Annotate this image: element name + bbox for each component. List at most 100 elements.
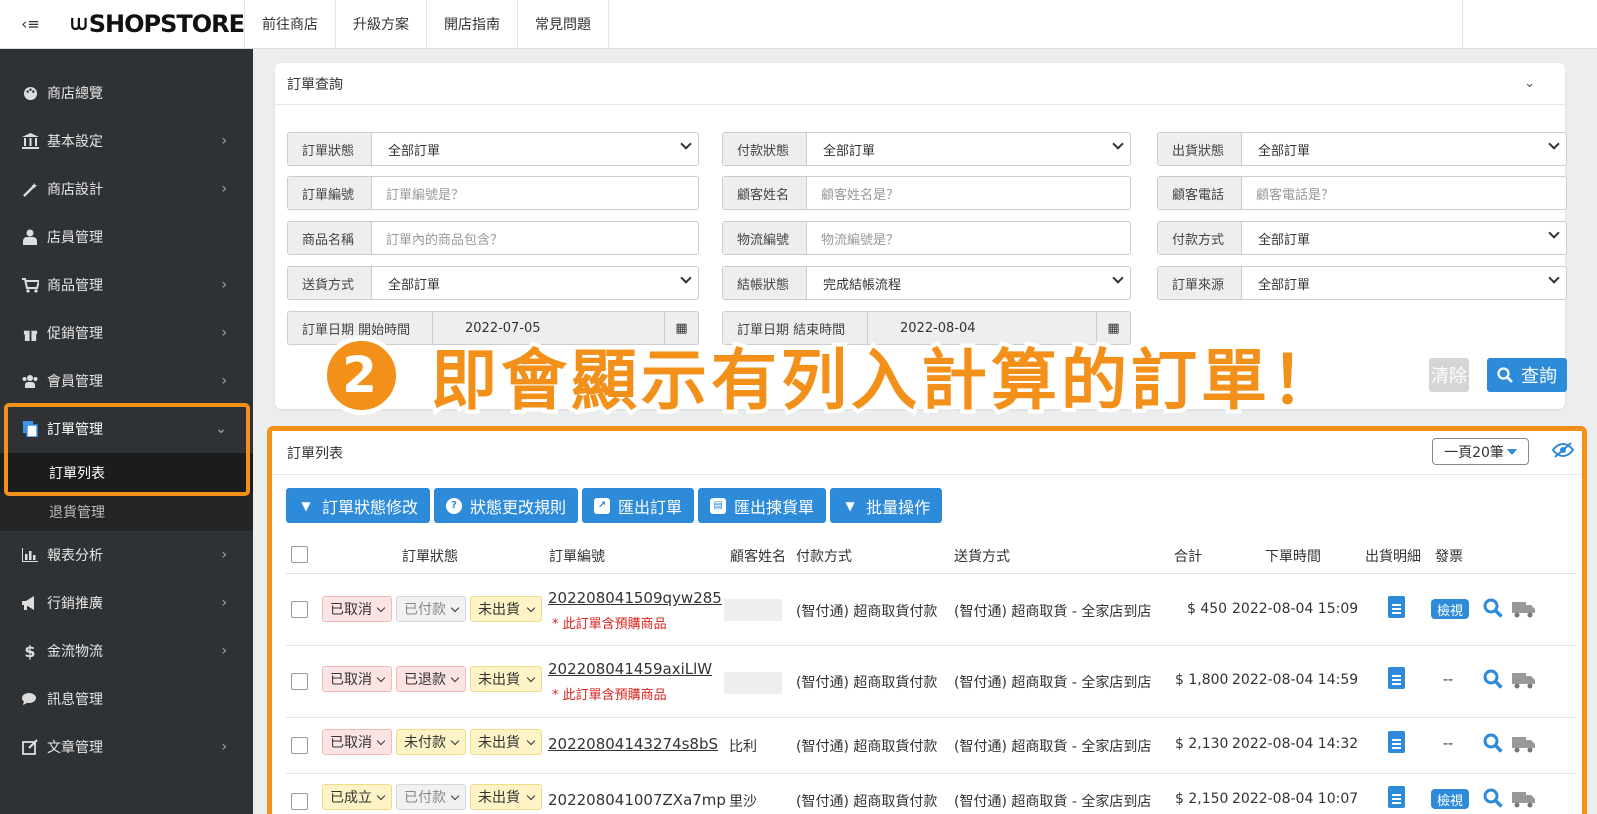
search-button[interactable]: 查詢	[1487, 358, 1567, 392]
action-label: 訂單狀態修改	[322, 497, 419, 517]
chevron-down-icon[interactable]: ⌄	[1524, 76, 1535, 91]
field-label: 商品名稱	[288, 222, 372, 254]
search-icon[interactable]	[1483, 669, 1503, 689]
product-name-field[interactable]: 商品名稱 訂單內的商品包含？	[287, 221, 699, 255]
payment-status-select[interactable]: 付款狀態 全部訂單	[722, 132, 1131, 166]
order-status-select[interactable]: 訂單狀態 全部訂單	[287, 132, 699, 166]
eye-slash-icon[interactable]	[1551, 442, 1575, 462]
overlay-text: 即會顯示有列入計算的訂單！	[427, 338, 1341, 423]
document-icon[interactable]	[1388, 786, 1405, 808]
logistics-no-field[interactable]: 物流編號 物流編號是？	[722, 221, 1131, 255]
customer-phone-field[interactable]: 顧客電話 顧客電話是？	[1157, 176, 1567, 210]
logo-mark-icon	[71, 17, 87, 31]
sidebar-item-basic-settings[interactable]: 基本設定 ›	[0, 117, 253, 165]
logo-text: SHOPSTORE	[88, 10, 245, 38]
order-status-tag[interactable]: 已取消	[322, 596, 392, 622]
field-label: 結帳狀態	[723, 267, 807, 299]
search-icon[interactable]	[1483, 788, 1503, 808]
nav-faq[interactable]: 常見問題	[517, 0, 609, 48]
nav-store-guide[interactable]: 開店指南	[426, 0, 517, 48]
table-row[interactable]: 已取消 已付款 未出貨 202208041509qyw285 * 此訂單含預購商…	[286, 574, 1576, 646]
table-row[interactable]: 已取消 已退款 未出貨 202208041459axiLlW * 此訂單含預購商…	[286, 646, 1576, 718]
field-value: 全部訂單	[1258, 232, 1311, 248]
settlement-status-select[interactable]: 結帳狀態 完成結帳流程	[722, 266, 1131, 300]
nav-go-to-store[interactable]: 前往商店	[244, 0, 335, 48]
sidebar-toggle-button[interactable]: ‹≡	[0, 0, 61, 48]
sidebar-item-payment-logistics[interactable]: $ 金流物流 ›	[0, 627, 253, 675]
payment-status-tag[interactable]: 未付款	[396, 729, 466, 755]
chevron-right-icon: ›	[221, 643, 227, 659]
document-icon[interactable]	[1388, 596, 1405, 618]
sidebar-item-marketing[interactable]: 行銷推廣 ›	[0, 579, 253, 627]
payment-status-tag[interactable]: 已退款	[396, 666, 466, 692]
order-number-link[interactable]: 202208041459axiLlW	[548, 660, 712, 678]
caret-down-icon: ▼	[845, 498, 855, 513]
search-icon[interactable]	[1483, 733, 1503, 753]
column-header: 付款方式	[796, 549, 852, 565]
shopstore-logo[interactable]: SHOPSTORE	[61, 0, 245, 48]
truck-icon[interactable]	[1512, 790, 1536, 808]
document-icon[interactable]	[1388, 731, 1405, 753]
customer-name-field[interactable]: 顧客姓名 顧客姓名是？	[722, 176, 1131, 210]
shipping-status-tag[interactable]: 未出貨	[470, 666, 542, 692]
sidebar-item-staff[interactable]: 店員管理	[0, 213, 253, 261]
field-label: 訂單狀態	[288, 133, 372, 165]
shipping-status-select[interactable]: 出貨狀態 全部訂單	[1157, 132, 1567, 166]
truck-icon[interactable]	[1512, 671, 1536, 689]
sidebar-item-members[interactable]: 會員管理 ›	[0, 357, 253, 405]
order-number-link[interactable]: 20220804143274s8bS	[548, 735, 718, 753]
edit-order-status-button[interactable]: ▼ 訂單狀態修改	[286, 488, 431, 523]
payment-method-select[interactable]: 付款方式 全部訂單	[1157, 221, 1567, 255]
field-label: 顧客姓名	[723, 177, 807, 209]
action-label: 狀態更改規則	[470, 497, 567, 517]
gift-icon	[20, 323, 40, 343]
sidebar-item-promotions[interactable]: 促銷管理 ›	[0, 309, 253, 357]
order-number-link[interactable]: 202208041007ZXa7mp	[548, 791, 726, 809]
sidebar-highlight-box	[4, 403, 250, 496]
sidebar-item-reports[interactable]: 報表分析 ›	[0, 531, 253, 579]
status-rules-button[interactable]: ? 狀態更改規則	[434, 488, 579, 523]
sidebar-subitem-returns[interactable]: 退貨管理	[0, 492, 253, 531]
order-number-link[interactable]: 202208041509qyw285	[548, 589, 722, 607]
row-checkbox[interactable]	[291, 737, 308, 754]
order-source-select[interactable]: 訂單來源 全部訂單	[1157, 266, 1567, 300]
sidebar-item-articles[interactable]: 文章管理 ›	[0, 723, 253, 771]
payment-status-tag[interactable]: 已付款	[396, 784, 466, 810]
batch-operations-button[interactable]: ▼ 批量操作	[830, 488, 943, 523]
sidebar-item-products[interactable]: 商品管理 ›	[0, 261, 253, 309]
row-checkbox[interactable]	[291, 673, 308, 690]
table-row[interactable]: 已成立 已付款 未出貨 202208041007ZXa7mp 里沙 (智付通) …	[286, 774, 1576, 814]
sidebar-item-overview[interactable]: 商店總覽	[0, 69, 253, 117]
truck-icon[interactable]	[1512, 600, 1536, 618]
search-button-label: 查詢	[1521, 366, 1557, 387]
step-number-badge: 2	[322, 335, 401, 415]
customer-name	[724, 672, 782, 694]
payment-status-tag[interactable]: 已付款	[396, 596, 466, 622]
clear-button[interactable]: 清除	[1429, 358, 1469, 392]
invoice-view-badge[interactable]: 檢視	[1431, 599, 1469, 619]
per-page-select[interactable]: 一頁20筆	[1432, 438, 1529, 465]
invoice-value: --	[1443, 736, 1454, 752]
shipping-status-tag[interactable]: 未出貨	[470, 784, 542, 810]
search-icon[interactable]	[1483, 598, 1503, 618]
shipping-status-tag[interactable]: 未出貨	[470, 596, 542, 622]
row-checkbox[interactable]	[291, 793, 308, 810]
export-orders-button[interactable]: ↗ 匯出訂單	[582, 488, 695, 523]
export-picklist-button[interactable]: ▤ 匯出揀貨單	[698, 488, 827, 523]
order-no-field[interactable]: 訂單編號 訂單編號是？	[287, 176, 699, 210]
column-header: 顧客姓名	[730, 549, 786, 565]
sidebar-item-store-design[interactable]: 商店設計 ›	[0, 165, 253, 213]
delivery-method-select[interactable]: 送貨方式 全部訂單	[287, 266, 699, 300]
order-status-tag[interactable]: 已成立	[322, 784, 392, 810]
table-row[interactable]: 已取消 未付款 未出貨 20220804143274s8bS 比利 (智付通) …	[286, 718, 1576, 774]
select-all-checkbox[interactable]	[291, 546, 308, 563]
row-checkbox[interactable]	[291, 601, 308, 618]
sidebar-item-messages[interactable]: 訊息管理	[0, 675, 253, 723]
shipping-status-tag[interactable]: 未出貨	[470, 729, 542, 755]
truck-icon[interactable]	[1512, 735, 1536, 753]
order-status-tag[interactable]: 已取消	[322, 666, 392, 692]
nav-upgrade-plan[interactable]: 升級方案	[335, 0, 426, 48]
document-icon[interactable]	[1388, 667, 1405, 689]
order-status-tag[interactable]: 已取消	[322, 729, 392, 755]
invoice-view-badge[interactable]: 檢視	[1431, 789, 1469, 809]
